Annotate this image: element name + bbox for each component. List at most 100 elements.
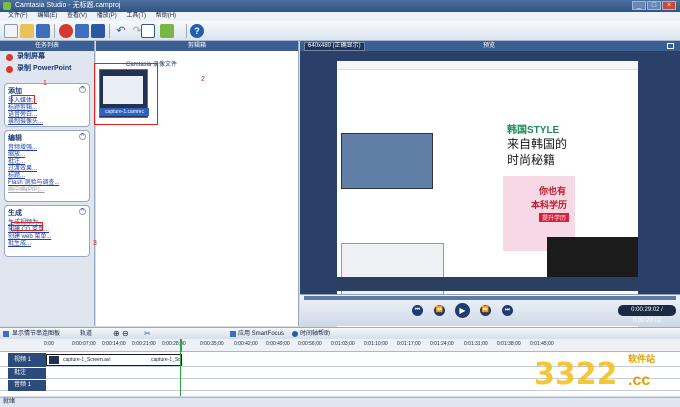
- clip-bin-header: 剪辑箱: [96, 41, 298, 51]
- create-web-menu-link[interactable]: 创建 web 菜单...: [8, 234, 86, 241]
- window-title: Camtasia Studio - 无标题.camproj: [15, 2, 121, 9]
- collapse-icon[interactable]: ^: [79, 208, 86, 215]
- record-ppt-button[interactable]: 录制 PowerPoint: [0, 63, 94, 75]
- ruler-tick: 0:01:45;00: [530, 341, 554, 347]
- save-icon[interactable]: [36, 24, 50, 38]
- timeline-ruler[interactable]: 0:00 0:00:07;00 0:00:14;00 0:00:21;00 0:…: [0, 339, 680, 352]
- ruler-tick: 0:01:24;00: [430, 341, 454, 347]
- video-clip[interactable]: capture-1_Screen.avi capture-1_Sc: [46, 354, 182, 366]
- produce-section-title: 生成 ^: [8, 208, 86, 218]
- collapse-icon[interactable]: ^: [79, 86, 86, 93]
- preview-size-dropdown[interactable]: 640x480 (正确显示): [304, 42, 365, 51]
- flash-quiz-link[interactable]: Flash 测验与调查...: [8, 180, 86, 187]
- task-list-icon[interactable]: [141, 24, 155, 38]
- callouts-link[interactable]: 批注...: [8, 159, 86, 166]
- video-taskbar: [337, 277, 638, 291]
- ruler-tick: 0:01:38;00: [497, 341, 521, 347]
- go-end-button[interactable]: ⏭: [502, 305, 513, 316]
- zoom-link[interactable]: 缩放...: [8, 152, 86, 159]
- annotation-box-clip: [94, 63, 158, 125]
- ruler-tick: 0:00:49;00: [266, 341, 290, 347]
- ad-education-line1: 你也有: [539, 186, 567, 196]
- task-panel: 任务列表 录制屏幕 录制 PowerPoint 添加 ^ 导入媒体... 标题剪辑…: [0, 41, 95, 326]
- playback-controls: ⏮ ⏪ ▶ ⏩ ⏭ 0:00:29:02 / 0:00:29:02: [300, 294, 680, 326]
- separator: [109, 24, 110, 38]
- menu-bar: 文件(F) 编辑(E) 查看(V) 播放(P) 工具(T) 帮助(H): [0, 12, 680, 21]
- record-icon[interactable]: [59, 24, 73, 38]
- produce-title: 生成: [8, 210, 22, 217]
- watermark-logo: 3322: [534, 357, 618, 392]
- transitions-link[interactable]: 过渡效果...: [8, 166, 86, 173]
- ad-korea-title: 韩国STYLE: [507, 125, 560, 136]
- ruler-tick: 0:00:14;00: [102, 341, 126, 347]
- voice-narration-link[interactable]: 语音旁白...: [8, 112, 86, 119]
- record-screen-button[interactable]: 录制屏幕: [0, 51, 94, 63]
- titles-link[interactable]: 标题...: [8, 173, 86, 180]
- time-display: 0:00:29:02 / 0:00:29:02: [618, 305, 676, 324]
- clip-thumb-icon: [49, 356, 59, 364]
- pip-link[interactable]: 画中画(PIP)...: [8, 187, 86, 194]
- playhead[interactable]: [180, 339, 182, 352]
- add-section: 添加 ^ 导入媒体... 标题剪辑... 语音旁白... 录制摄像头...: [4, 83, 90, 127]
- annotation-box-produce: [11, 222, 43, 231]
- video-track-label: 视频 1: [8, 353, 46, 367]
- preview-popout-icon[interactable]: [667, 43, 674, 49]
- audio-enhance-link[interactable]: 音频增强...: [8, 145, 86, 152]
- menu-edit[interactable]: 编辑(E): [37, 12, 57, 21]
- watermark-subtitle: 软件站: [628, 354, 656, 364]
- callout-track-label: 批注: [8, 368, 46, 379]
- collapse-icon[interactable]: ^: [79, 133, 86, 140]
- forward-button[interactable]: ⏩: [480, 305, 491, 316]
- ruler-tick: 0:01:03;00: [331, 341, 355, 347]
- watermark-domain: .cc: [628, 372, 651, 389]
- smartfocus-icon[interactable]: [230, 331, 236, 337]
- record-camera-link[interactable]: 录制摄像头...: [8, 119, 86, 126]
- ad-education-button: 提升学历: [539, 213, 570, 222]
- ruler-tick: 0:01:17;00: [397, 341, 421, 347]
- menu-file[interactable]: 文件(F): [8, 12, 28, 21]
- status-text: 就绪: [3, 399, 16, 405]
- status-bar: 就绪: [0, 397, 680, 407]
- annotation-number-1: 1: [43, 80, 47, 87]
- add-title: 添加: [8, 88, 22, 95]
- menu-help[interactable]: 帮助(H): [156, 12, 176, 21]
- menu-view[interactable]: 查看(V): [67, 12, 87, 21]
- ad-korea-line1: 来自韩国的: [507, 137, 568, 151]
- menu-tools[interactable]: 工具(T): [126, 12, 146, 21]
- annotation-box-import: [11, 95, 35, 104]
- produce-icon[interactable]: [91, 24, 105, 38]
- help-icon[interactable]: ?: [190, 24, 204, 38]
- new-icon[interactable]: [4, 24, 18, 38]
- menu-play[interactable]: 播放(P): [97, 12, 117, 21]
- edit-section-title: 编辑 ^: [8, 133, 86, 143]
- rewind-button[interactable]: ⏪: [434, 305, 445, 316]
- audio-track-label: 音频 1: [8, 380, 46, 391]
- go-start-button[interactable]: ⏮: [412, 305, 423, 316]
- ruler-tick: 0:00:42;00: [234, 341, 258, 347]
- maximize-button[interactable]: □: [647, 1, 661, 10]
- title-clip-link[interactable]: 标题剪辑...: [8, 105, 86, 112]
- record-dot-icon: [6, 54, 13, 61]
- timeline-help-icon[interactable]: [292, 331, 298, 337]
- title-bar: Camtasia Studio - 无标题.camproj _ □ ×: [0, 0, 680, 12]
- minimize-button[interactable]: _: [632, 1, 646, 10]
- clip-bin-icon[interactable]: [160, 24, 174, 38]
- separator: [186, 24, 187, 38]
- batch-produce-link[interactable]: 批生成...: [8, 241, 86, 248]
- browser-toolbar: [337, 61, 638, 70]
- ad-korea-line2: 时尚秘籍: [507, 153, 556, 167]
- close-button[interactable]: ×: [662, 1, 676, 10]
- play-button[interactable]: ▶: [455, 303, 470, 318]
- ad-korea: 韩国STYLE 来自韩国的 时尚秘籍: [503, 121, 575, 171]
- separator: [54, 24, 55, 38]
- seek-bar[interactable]: [304, 296, 676, 300]
- ruler-tick: 0:00:28;00: [162, 341, 186, 347]
- preview-title: 预览: [483, 43, 496, 49]
- annotation-number-3: 3: [93, 240, 97, 247]
- open-folder-icon[interactable]: [20, 24, 34, 38]
- storyboard-icon[interactable]: [3, 331, 9, 337]
- import-icon[interactable]: [75, 24, 89, 38]
- preview-header: 640x480 (正确显示) 预览: [300, 41, 680, 51]
- undo-icon[interactable]: ↶: [114, 24, 128, 38]
- record-screen-label: 录制屏幕: [17, 53, 45, 60]
